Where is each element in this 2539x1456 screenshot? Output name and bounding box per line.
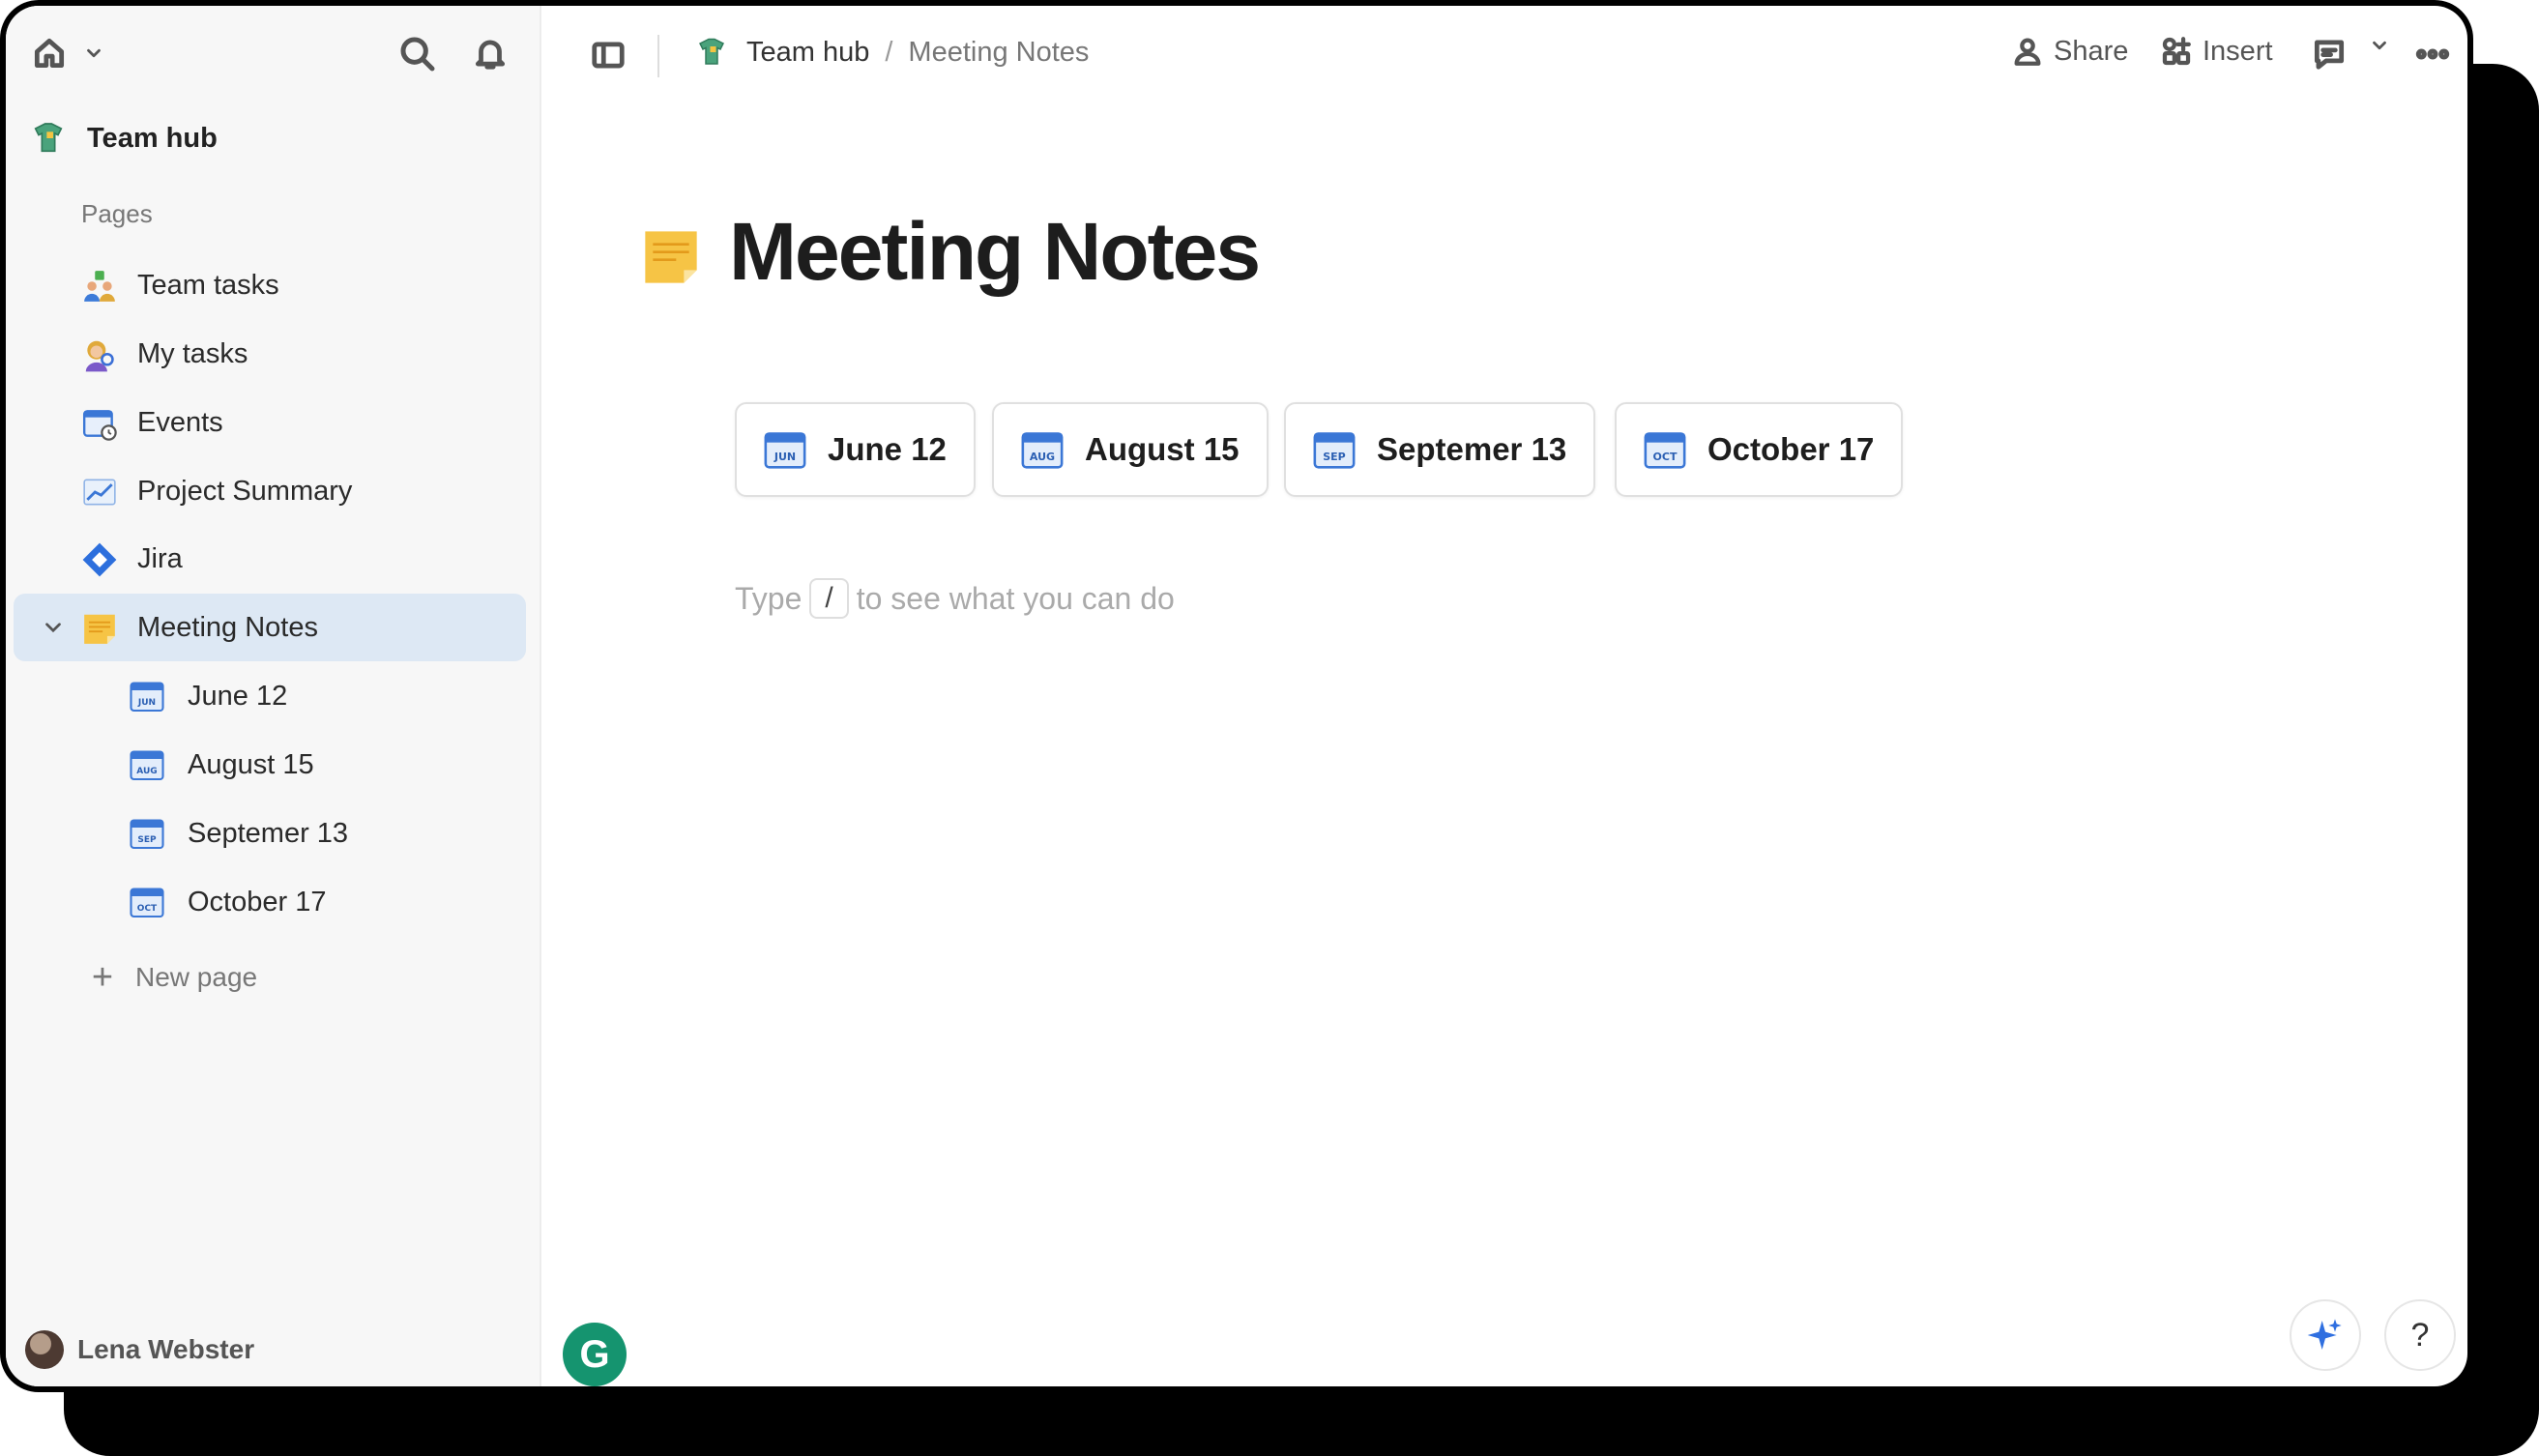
- plus-icon: +: [91, 957, 114, 998]
- more-options-button[interactable]: [2413, 35, 2452, 73]
- help-button[interactable]: ?: [2384, 1299, 2456, 1371]
- workspace-switcher[interactable]: Team hub: [29, 114, 218, 162]
- more-icon: [2415, 48, 2450, 60]
- search-icon[interactable]: [398, 35, 437, 73]
- calendar-icon: OCT: [1644, 432, 1686, 469]
- app-window: Team hub Pages Team tasks My tasks Event…: [6, 6, 2467, 1386]
- sidebar-subitem-august-15[interactable]: AUG August 15: [14, 731, 526, 799]
- svg-text:SEP: SEP: [137, 835, 157, 845]
- jira-icon: [82, 542, 117, 577]
- share-button[interactable]: Share: [2011, 35, 2128, 68]
- calendar-icon: SEP: [130, 819, 164, 850]
- comment-dropdown[interactable]: [2369, 35, 2390, 56]
- svg-text:AUG: AUG: [136, 767, 157, 776]
- sidebar-subitem-june-12[interactable]: JUN June 12: [14, 662, 526, 730]
- breadcrumb: Team hub / Meeting Notes: [694, 35, 1089, 70]
- comment-button[interactable]: [2311, 35, 2348, 72]
- svg-text:OCT: OCT: [137, 904, 158, 914]
- sidebar-item-project-summary[interactable]: Project Summary: [14, 457, 526, 525]
- subpage-link-august-15[interactable]: AUG August 15: [992, 402, 1269, 497]
- comment-icon: [2314, 40, 2345, 70]
- calendar-icon: AUG: [130, 750, 164, 781]
- chevron-down-icon[interactable]: [41, 615, 66, 640]
- sticky-note-icon: [84, 614, 115, 644]
- workspace-icon: [34, 123, 63, 153]
- person-icon: [2014, 38, 2041, 66]
- page-title[interactable]: Meeting Notes: [729, 205, 1261, 299]
- bell-icon[interactable]: [472, 35, 509, 72]
- subpage-link-june-12[interactable]: JUN June 12: [735, 402, 976, 497]
- divider: [657, 35, 659, 77]
- sparkle-icon: [2307, 1319, 2342, 1350]
- breadcrumb-team-hub[interactable]: Team hub: [746, 37, 869, 69]
- top-bar: Team hub / Meeting Notes Share Insert: [541, 6, 2467, 102]
- new-page-button[interactable]: + New page: [83, 959, 257, 996]
- ai-assistant-button[interactable]: [2290, 1299, 2361, 1371]
- pages-section-label: Pages: [81, 199, 153, 228]
- workspace-name: Team hub: [87, 122, 218, 154]
- sidebar-subitem-october-17[interactable]: OCT October 17: [14, 868, 526, 936]
- sidebar-item-events[interactable]: Events: [14, 389, 526, 456]
- sidebar-header: [6, 6, 540, 102]
- team-icon: [84, 271, 115, 302]
- user-profile[interactable]: Lena Webster: [25, 1330, 254, 1369]
- svg-text:OCT: OCT: [1653, 451, 1678, 463]
- calendar-icon: SEP: [1313, 432, 1356, 469]
- editor-placeholder[interactable]: Type / to see what you can do: [735, 578, 1175, 619]
- sidebar-item-jira[interactable]: Jira: [14, 525, 526, 593]
- insert-button[interactable]: Insert: [2160, 35, 2273, 68]
- sidebar-toggle-icon[interactable]: [590, 37, 627, 73]
- insert-icon: [2162, 37, 2191, 66]
- svg-text:JUN: JUN: [773, 451, 796, 463]
- chevron-down-icon[interactable]: [83, 43, 104, 64]
- sidebar-subitem-septemer-13[interactable]: SEP Septemer 13: [14, 800, 526, 867]
- subpage-link-septemer-13[interactable]: SEP Septemer 13: [1284, 402, 1596, 497]
- calendar-icon: AUG: [1021, 432, 1064, 469]
- sidebar-item-team-tasks[interactable]: Team tasks: [14, 251, 526, 319]
- home-icon[interactable]: [31, 35, 68, 72]
- breadcrumb-meeting-notes[interactable]: Meeting Notes: [908, 37, 1089, 69]
- person-magnifier-icon: [85, 340, 114, 372]
- calendar-clock-icon: [82, 410, 117, 441]
- window-frame: Team hub Pages Team tasks My tasks Event…: [0, 0, 2473, 1392]
- calendar-icon: JUN: [764, 432, 806, 469]
- breadcrumb-separator: /: [885, 36, 893, 68]
- svg-text:AUG: AUG: [1030, 451, 1055, 463]
- grammarly-button[interactable]: G: [563, 1323, 627, 1386]
- avatar: [25, 1330, 64, 1369]
- sidebar-item-my-tasks[interactable]: My tasks: [14, 320, 526, 388]
- chevron-down-icon: [2373, 41, 2386, 50]
- sidebar-item-meeting-notes[interactable]: Meeting Notes: [14, 594, 526, 661]
- slash-key-hint: /: [809, 578, 849, 619]
- subpage-link-october-17[interactable]: OCT October 17: [1615, 402, 1904, 497]
- workspace-icon: [698, 38, 725, 65]
- sticky-note-icon: [645, 231, 697, 283]
- calendar-icon: JUN: [130, 682, 164, 713]
- chart-icon: [83, 479, 116, 506]
- sidebar: Team hub Pages Team tasks My tasks Event…: [6, 6, 541, 1386]
- svg-text:SEP: SEP: [1323, 451, 1346, 463]
- calendar-icon: OCT: [130, 888, 164, 918]
- svg-text:JUN: JUN: [137, 698, 156, 708]
